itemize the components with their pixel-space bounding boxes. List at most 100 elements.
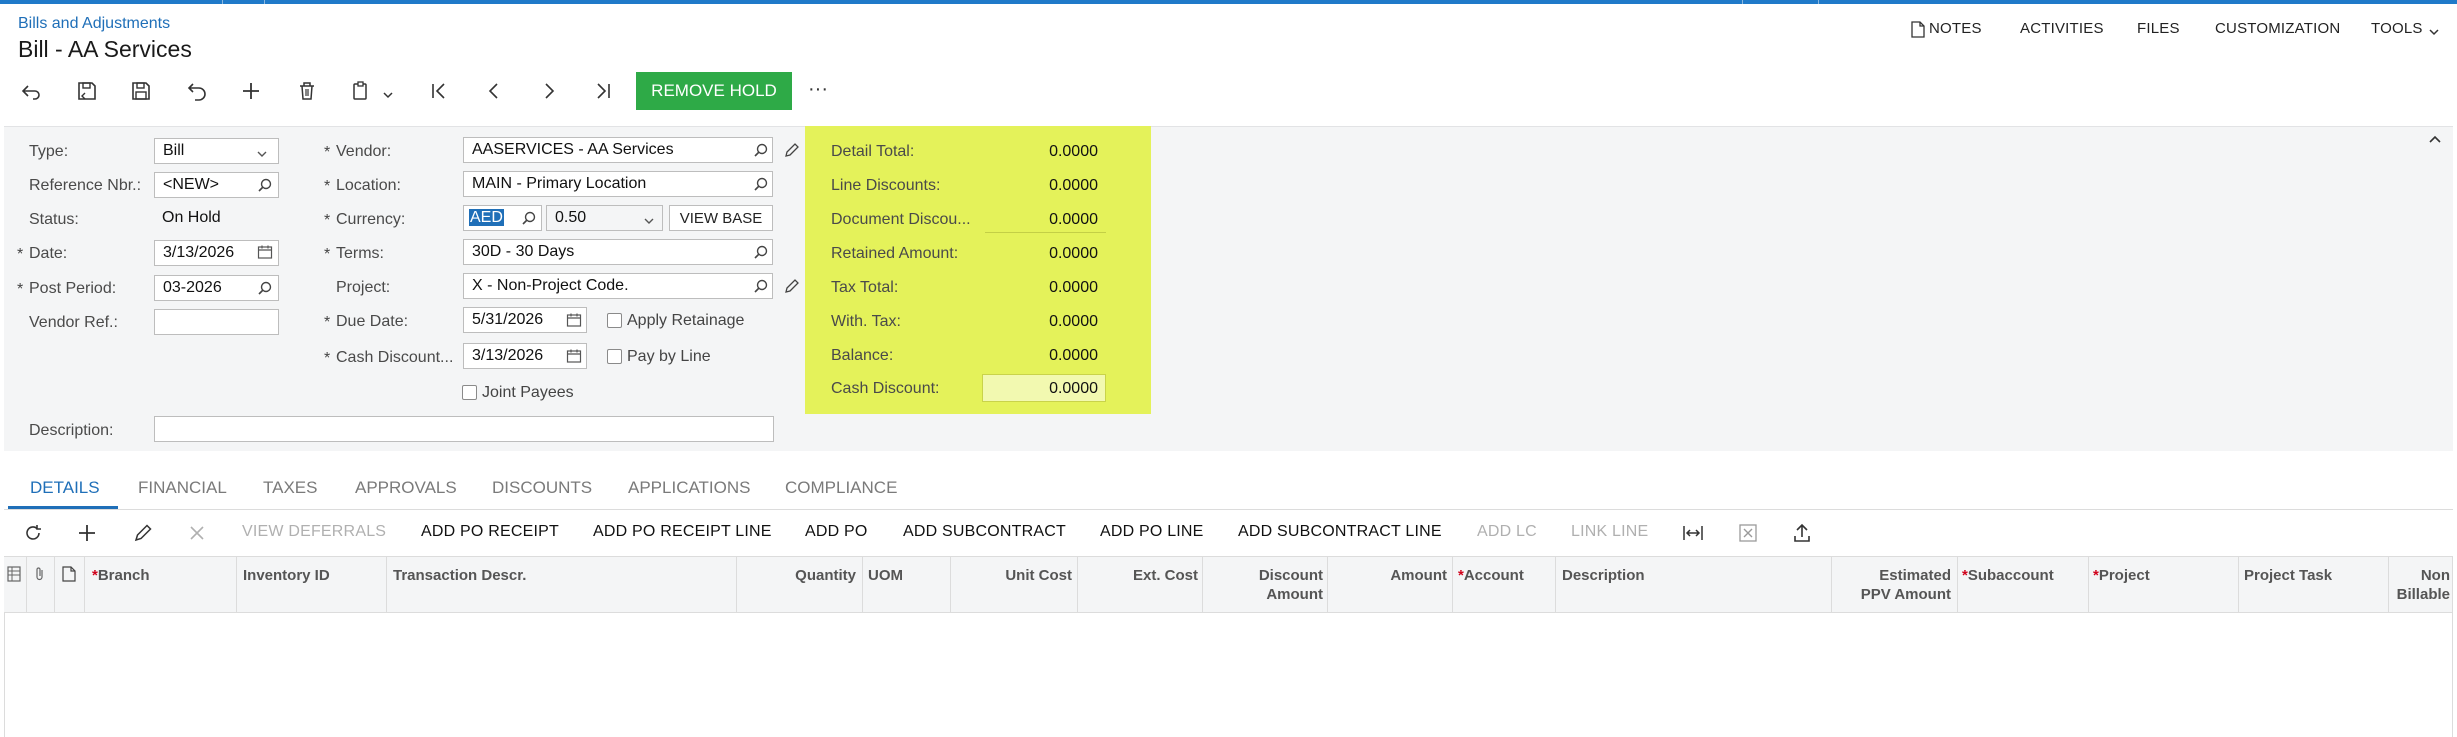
add-row-icon[interactable] (76, 522, 98, 544)
search-icon[interactable] (753, 142, 769, 158)
refresh-icon[interactable] (22, 522, 44, 544)
save-and-close-icon[interactable] (72, 76, 102, 106)
column-account[interactable]: *Account (1458, 566, 1524, 622)
undo-icon[interactable] (182, 76, 212, 106)
previous-record-icon[interactable] (479, 76, 509, 106)
edit-row-icon[interactable] (132, 522, 154, 544)
view-base-button[interactable]: VIEW BASE (669, 205, 773, 231)
column-branch[interactable]: *Branch (92, 566, 150, 622)
apply-retainage-checkbox[interactable] (607, 313, 622, 328)
column-amount[interactable]: Amount (1327, 566, 1447, 622)
tools-link[interactable]: TOOLS (2371, 20, 2423, 37)
column-estimated-ppv-amount[interactable]: Estimated PPV Amount (1831, 566, 1951, 622)
column-branch-label: Branch (97, 567, 150, 584)
project-input[interactable]: X - Non-Project Code. (463, 273, 773, 299)
search-icon[interactable] (753, 176, 769, 192)
column-transaction-descr[interactable]: Transaction Descr. (393, 566, 526, 622)
add-po-button[interactable]: ADD PO (805, 523, 868, 541)
tab-taxes[interactable]: TAXES (263, 478, 317, 498)
tab-financial[interactable]: FINANCIAL (138, 478, 227, 498)
fit-columns-icon[interactable] (1681, 523, 1705, 543)
tab-compliance[interactable]: COMPLIANCE (785, 478, 897, 498)
column-project-task[interactable]: Project Task (2244, 566, 2332, 622)
export-icon[interactable] (1792, 522, 1812, 544)
chevron-down-icon[interactable] (643, 213, 655, 224)
column-ext-cost[interactable]: Ext. Cost (1077, 566, 1198, 622)
line-discounts-label: Line Discounts: (831, 177, 941, 194)
clipboard-icon[interactable] (346, 76, 376, 106)
tab-discounts[interactable]: DISCOUNTS (492, 478, 592, 498)
description-input[interactable] (154, 416, 774, 442)
vendor-input[interactable]: AASERVICES - AA Services (463, 137, 773, 163)
line-discounts-value: 0.0000 (1049, 177, 1098, 194)
tab-applications[interactable]: APPLICATIONS (628, 478, 751, 498)
notes-icon[interactable] (1911, 21, 1925, 38)
chevron-down-icon[interactable] (382, 87, 394, 99)
column-inventory-id[interactable]: Inventory ID (243, 566, 330, 622)
add-po-receipt-line-button[interactable]: ADD PO RECEIPT LINE (593, 523, 772, 541)
date-label: Date: (29, 245, 68, 262)
files-link[interactable]: FILES (2137, 20, 2180, 37)
chevron-down-icon[interactable] (2428, 24, 2440, 36)
search-icon[interactable] (257, 177, 273, 193)
column-project[interactable]: *Project (2093, 566, 2150, 622)
tab-approvals[interactable]: APPROVALS (355, 478, 457, 498)
balance-value: 0.0000 (1049, 347, 1098, 364)
column-subaccount[interactable]: *Subaccount (1962, 566, 2054, 622)
add-po-line-button[interactable]: ADD PO LINE (1100, 523, 1204, 541)
next-record-icon[interactable] (534, 76, 564, 106)
required-marker: * (17, 246, 24, 263)
breadcrumb[interactable]: Bills and Adjustments (18, 15, 170, 33)
edit-icon[interactable] (784, 142, 800, 158)
search-icon[interactable] (257, 280, 273, 296)
search-icon[interactable] (753, 244, 769, 260)
chevron-down-icon[interactable] (256, 146, 268, 157)
delete-icon[interactable] (292, 76, 322, 106)
back-icon[interactable] (16, 76, 46, 106)
add-lc-button[interactable]: ADD LC (1477, 523, 1537, 541)
chevron-up-icon[interactable] (2426, 131, 2444, 149)
add-subcontract-button[interactable]: ADD SUBCONTRACT (903, 523, 1066, 541)
add-icon[interactable] (236, 76, 266, 106)
first-record-icon[interactable] (424, 76, 454, 106)
edit-icon[interactable] (784, 278, 800, 294)
column-divider (2238, 557, 2239, 613)
add-subcontract-line-button[interactable]: ADD SUBCONTRACT LINE (1238, 523, 1442, 541)
activities-link[interactable]: ACTIVITIES (2020, 20, 2104, 37)
column-discount-amount[interactable]: Discount Amount (1202, 566, 1323, 622)
column-non-billable[interactable]: Non Billable (2388, 566, 2450, 622)
column-uom[interactable]: UOM (868, 566, 903, 622)
remove-hold-button[interactable]: REMOVE HOLD (636, 72, 792, 110)
tab-details[interactable]: DETAILS (30, 478, 100, 498)
search-icon[interactable] (521, 210, 537, 226)
save-icon[interactable] (126, 76, 156, 106)
joint-payees-checkbox[interactable] (462, 385, 477, 400)
location-input[interactable]: MAIN - Primary Location (463, 171, 773, 197)
vendor-ref-input[interactable] (154, 309, 279, 335)
column-quantity[interactable]: Quantity (736, 566, 856, 622)
row-selector-icon[interactable] (7, 566, 21, 582)
last-record-icon[interactable] (588, 76, 618, 106)
search-icon[interactable] (753, 278, 769, 294)
column-unit-cost[interactable]: Unit Cost (950, 566, 1072, 622)
terms-input[interactable]: 30D - 30 Days (463, 239, 773, 265)
more-actions-button[interactable]: ··· (808, 78, 828, 101)
calendar-icon[interactable] (566, 312, 582, 328)
calendar-icon[interactable] (566, 348, 582, 364)
required-marker: * (324, 314, 331, 331)
required-marker: * (324, 212, 331, 229)
tax-total-label: Tax Total: (831, 279, 899, 296)
column-description[interactable]: Description (1562, 566, 1645, 622)
notes-link[interactable]: NOTES (1929, 20, 1982, 37)
pay-by-line-checkbox[interactable] (607, 349, 622, 364)
type-label: Type: (29, 143, 69, 160)
required-marker: * (324, 144, 331, 161)
view-deferrals-button[interactable]: VIEW DEFERRALS (242, 523, 386, 541)
column-divider (84, 557, 85, 613)
customization-link[interactable]: CUSTOMIZATION (2215, 20, 2340, 37)
calendar-icon[interactable] (257, 244, 273, 260)
clear-filter-icon[interactable] (1738, 523, 1758, 543)
delete-row-icon[interactable] (186, 522, 208, 544)
link-line-button[interactable]: LINK LINE (1571, 523, 1648, 541)
add-po-receipt-button[interactable]: ADD PO RECEIPT (421, 523, 559, 541)
